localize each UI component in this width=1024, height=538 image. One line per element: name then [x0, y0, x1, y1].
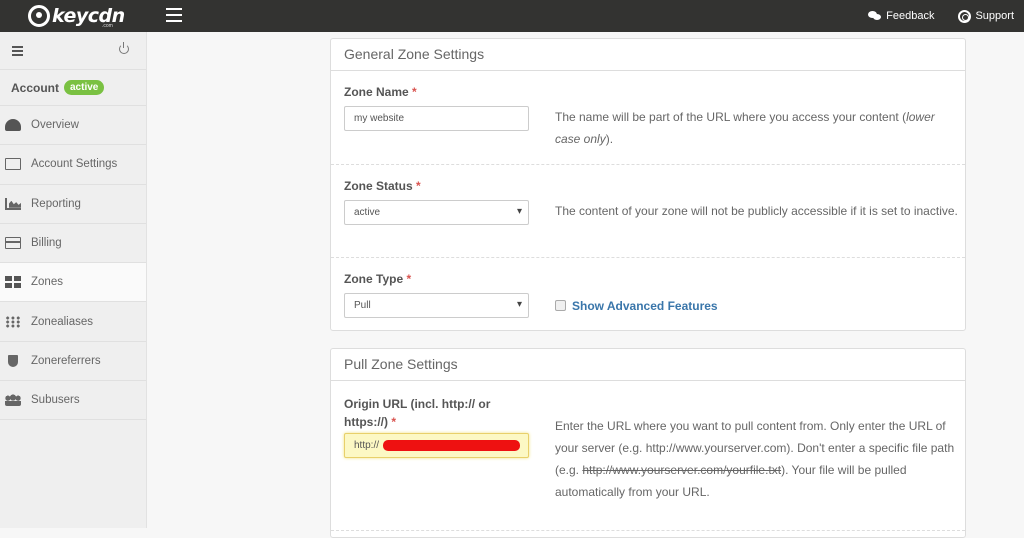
sidebar-toolbar — [0, 32, 146, 70]
advanced-features-label[interactable]: Show Advanced Features — [572, 299, 718, 313]
support-label: Support — [975, 10, 1014, 22]
general-zone-settings-panel: General Zone Settings Zone Name * my web… — [330, 38, 966, 331]
origin-url-help: Enter the URL where you want to pull con… — [555, 419, 955, 499]
sidebar-item-subusers[interactable]: Subusers — [0, 381, 146, 421]
sidebar-item-billing[interactable]: Billing — [0, 224, 146, 264]
panel-title: General Zone Settings — [331, 39, 965, 71]
area-chart-icon — [5, 197, 21, 210]
sidebar-item-zones[interactable]: Zones — [0, 263, 146, 303]
sidebar-item-label: Reporting — [31, 197, 81, 210]
edit-icon — [5, 158, 21, 171]
sidebar-item-label: Subusers — [31, 394, 80, 407]
menu-toggle-icon[interactable] — [166, 8, 182, 22]
zone-name-help: The name will be part of the URL where y… — [555, 110, 935, 146]
main-content: General Zone Settings Zone Name * my web… — [148, 32, 1024, 538]
shield-icon — [8, 354, 18, 367]
sidebar-item-label: Billing — [31, 237, 62, 250]
comments-icon — [868, 11, 882, 21]
sidebar-item-label: Zonereferrers — [31, 354, 101, 367]
sidebar-item-label: Zones — [31, 276, 63, 289]
origin-url-input[interactable]: http:// — [344, 433, 529, 458]
top-navbar: keycdn .com Feedback Support — [0, 0, 1024, 32]
sidebar-item-account-settings[interactable]: Account Settings — [0, 145, 146, 185]
sidebar-item-overview[interactable]: Overview — [0, 106, 146, 146]
power-logout-icon[interactable] — [119, 42, 129, 54]
key-logo-icon — [28, 5, 50, 27]
zone-name-row: Zone Name * my website The name will be … — [331, 71, 965, 165]
zone-status-label: Zone Status * — [344, 179, 421, 193]
redacted-url-mark — [383, 440, 520, 451]
status-badge: active — [64, 80, 105, 95]
users-icon — [5, 394, 21, 407]
zone-type-label: Zone Type * — [344, 272, 412, 286]
brand-name: keycdn — [52, 5, 125, 27]
account-label: Account — [11, 80, 59, 95]
grid-icon — [5, 276, 21, 289]
zone-name-label: Zone Name * — [344, 85, 417, 99]
sidebar-item-reporting[interactable]: Reporting — [0, 185, 146, 224]
dashboard-icon — [5, 119, 21, 132]
grid-dots-icon — [5, 315, 21, 328]
panel-title: Pull Zone Settings — [331, 349, 965, 381]
zone-status-select[interactable]: active — [344, 200, 529, 225]
sidebar-item-label: Zonealiases — [31, 315, 94, 328]
support-link[interactable]: Support — [958, 9, 1014, 23]
keycdn-logo[interactable]: keycdn .com — [28, 3, 125, 29]
sidebar-collapse-icon[interactable] — [12, 46, 23, 58]
feedback-label: Feedback — [886, 10, 935, 22]
sidebar-item-label: Overview — [31, 119, 79, 132]
feedback-link[interactable]: Feedback — [868, 10, 934, 22]
sidebar-item-zonereferrers[interactable]: Zonereferrers — [0, 342, 146, 382]
brand-suffix: .com — [102, 23, 113, 29]
zone-type-row: Zone Type * Pull Show Advanced Features — [331, 258, 965, 330]
sidebar-item-zonealiases[interactable]: Zonealiases — [0, 302, 146, 342]
pull-zone-settings-panel: Pull Zone Settings Origin URL (incl. htt… — [330, 348, 966, 538]
sidebar-account: Account active — [0, 70, 146, 106]
zone-status-row: Zone Status * active The content of your… — [331, 165, 965, 258]
zone-name-input[interactable]: my website — [344, 106, 529, 131]
zone-status-help: The content of your zone will not be pub… — [555, 204, 958, 218]
zone-type-select[interactable]: Pull — [344, 293, 529, 318]
origin-url-label: Origin URL (incl. http:// or https://) * — [344, 397, 491, 429]
credit-card-icon — [5, 237, 21, 250]
sidebar-item-label: Account Settings — [31, 158, 118, 171]
advanced-features-toggle[interactable]: Show Advanced Features — [555, 295, 960, 317]
advanced-features-checkbox[interactable] — [555, 300, 566, 311]
lifebuoy-icon — [958, 9, 972, 23]
sidebar: Account active Overview Account Settings… — [0, 32, 147, 528]
origin-url-row: Origin URL (incl. http:// or https://) *… — [331, 381, 965, 531]
